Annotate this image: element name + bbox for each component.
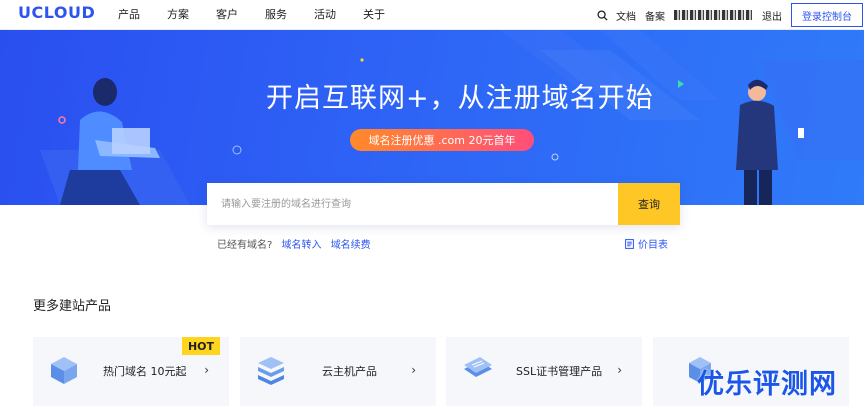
domain-transfer-link[interactable]: 域名转入 (282, 240, 322, 251)
menu-item-about[interactable]: 关于 (363, 6, 385, 22)
domain-search-box: 查询 (207, 183, 680, 225)
chevron-right-icon: › (204, 363, 209, 377)
domain-cube-icon (51, 357, 77, 384)
product-card-label: 云主机产品 (322, 365, 377, 378)
hero-background-art (40, 30, 864, 205)
product-card-domain[interactable]: 热门域名 10元起 › HOT (33, 337, 229, 406)
domain-sub-links: 已经有域名? 域名转入 域名续费 (217, 236, 371, 251)
search-icon[interactable] (597, 9, 608, 21)
hero-headline: 开启互联网+，从注册域名开始 (266, 83, 654, 114)
menu-item-events[interactable]: 活动 (314, 6, 336, 22)
domain-renew-link[interactable]: 域名续费 (331, 240, 371, 251)
chevron-right-icon: › (411, 363, 416, 377)
main-menu: 产品 方案 客户 服务 活动 关于 (118, 6, 412, 22)
top-nav: UCLOUD 产品 方案 客户 服务 活动 关于 文档 备案 退出 登录控制台 (0, 0, 864, 30)
product-card-cloud-host[interactable]: 云主机产品 › (240, 337, 436, 406)
menu-item-customers[interactable]: 客户 (216, 6, 238, 22)
have-domain-label: 已经有域名? (217, 240, 273, 251)
hot-badge: HOT (182, 337, 220, 355)
console-button[interactable]: 登录控制台 (791, 3, 863, 27)
product-card-label: SSL证书管理产品 (516, 365, 603, 378)
blurred-username[interactable] (674, 10, 752, 20)
price-list-label: 价目表 (638, 240, 668, 251)
query-button[interactable]: 查询 (618, 183, 680, 225)
product-card-label: 热门域名 10元起 (103, 365, 187, 378)
logout-link[interactable]: 退出 (762, 8, 782, 23)
document-icon (625, 238, 634, 249)
section-title: 更多建站产品 (33, 299, 112, 314)
price-list-link[interactable]: 价目表 (625, 236, 668, 251)
nav-right: 文档 备案 退出 登录控制台 (597, 0, 864, 30)
promo-pill[interactable]: 域名注册优惠 .com 20元首年 (350, 129, 534, 151)
docs-link[interactable]: 文档 (616, 8, 636, 23)
server-stack-icon (258, 357, 284, 385)
ucloud-logo[interactable]: UCLOUD (18, 3, 95, 22)
product-card-ssl[interactable]: SSL证书管理产品 › (446, 337, 642, 406)
domain-search-input[interactable] (207, 183, 617, 225)
ssl-card-icon (464, 357, 492, 377)
hero-banner: 开启互联网+，从注册域名开始 域名注册优惠 .com 20元首年 (0, 30, 864, 205)
icp-link[interactable]: 备案 (645, 8, 665, 23)
menu-item-solutions[interactable]: 方案 (167, 6, 189, 22)
menu-item-products[interactable]: 产品 (118, 6, 140, 22)
menu-item-services[interactable]: 服务 (265, 6, 287, 22)
site-watermark: 优乐评测网 (697, 369, 837, 400)
chevron-right-icon: › (617, 363, 622, 377)
